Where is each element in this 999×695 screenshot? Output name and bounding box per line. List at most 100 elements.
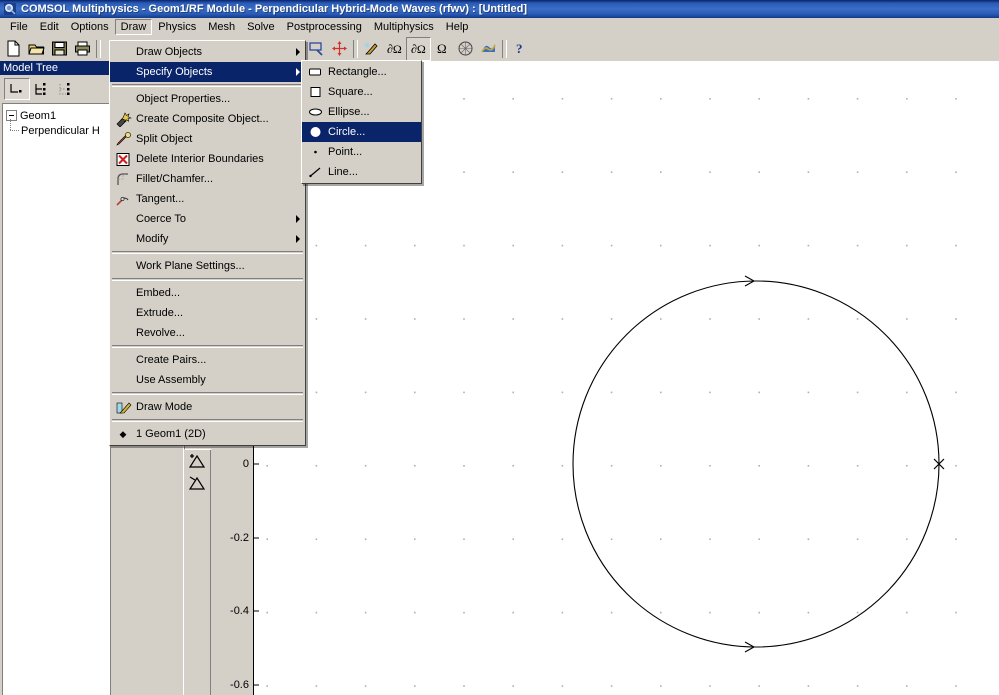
toolbar-separator bbox=[353, 39, 358, 58]
menu-file[interactable]: File bbox=[4, 19, 34, 35]
menu-multiphysics[interactable]: Multiphysics bbox=[368, 19, 440, 35]
tree-collapse-toggle-icon[interactable] bbox=[6, 110, 17, 121]
grid-dot bbox=[512, 318, 514, 320]
menu-help[interactable]: Help bbox=[440, 19, 475, 35]
model-tree-toolbar[interactable] bbox=[0, 76, 110, 101]
grid-dot bbox=[807, 685, 810, 687]
grid-dot bbox=[414, 465, 416, 467]
draw-add-triangle-icon[interactable] bbox=[184, 450, 210, 472]
grid-dot bbox=[463, 98, 465, 100]
submenu-item-square[interactable]: Square... bbox=[302, 82, 421, 102]
menu-item-label: Create Composite Object... bbox=[136, 113, 269, 125]
point-icon bbox=[302, 143, 328, 161]
draw-mode-icon[interactable] bbox=[360, 38, 383, 60]
circle-icon bbox=[302, 123, 328, 141]
grid-dot bbox=[364, 465, 367, 467]
point-mode-icon[interactable]: Ω bbox=[431, 38, 454, 60]
grid-dot bbox=[955, 318, 957, 320]
grid-dot bbox=[463, 685, 465, 687]
specify-objects-submenu[interactable]: Rectangle... Square... Ellipse... Circle… bbox=[301, 60, 422, 184]
tree-node-perpendicular-hybrid[interactable]: Perpendicular H bbox=[3, 119, 110, 138]
menu-separator bbox=[112, 345, 303, 348]
submenu-item-ellipse[interactable]: Ellipse... bbox=[302, 102, 421, 122]
tree-node-geom1[interactable]: Geom1 bbox=[3, 108, 110, 123]
tree-flat-view-icon[interactable] bbox=[4, 77, 30, 100]
menu-item-delete-interior-boundaries[interactable]: Delete Interior Boundaries bbox=[110, 149, 305, 169]
submenu-item-point[interactable]: Point... bbox=[302, 142, 421, 162]
open-folder-icon[interactable] bbox=[25, 38, 48, 60]
menu-item-label: Delete Interior Boundaries bbox=[136, 153, 264, 165]
menu-item-fillet-chamfer[interactable]: Fillet/Chamfer... bbox=[110, 169, 305, 189]
menu-item-object-properties[interactable]: Object Properties... bbox=[110, 89, 305, 109]
grid-dot bbox=[758, 171, 760, 173]
menu-item-draw-objects[interactable]: Draw Objects bbox=[110, 42, 305, 62]
save-icon[interactable] bbox=[48, 38, 71, 60]
subdomain-mode-icon[interactable]: ∂Ω bbox=[406, 36, 431, 61]
menu-item-label: Extrude... bbox=[136, 307, 184, 319]
menu-bar[interactable]: File Edit Options Draw Physics Mesh Solv… bbox=[0, 18, 999, 37]
menu-item-specify-objects[interactable]: Specify Objects bbox=[110, 62, 305, 82]
menu-item-label: 1 Geom1 (2D) bbox=[136, 428, 206, 440]
menu-item-embed[interactable]: Embed... bbox=[110, 283, 305, 303]
grid-dot bbox=[561, 611, 564, 614]
grid-dot bbox=[315, 244, 318, 247]
model-tree-panel: Model Tree Geom1 Perpendicular H bbox=[0, 61, 110, 695]
zoom-extents-icon[interactable] bbox=[328, 38, 351, 60]
menu-item-create-pairs[interactable]: Create Pairs... bbox=[110, 350, 305, 370]
grid-dot bbox=[758, 391, 760, 394]
grid-dot bbox=[660, 465, 662, 467]
menu-item-split-object[interactable]: Split Object bbox=[110, 129, 305, 149]
menu-item-label: Split Object bbox=[136, 133, 193, 145]
grid-dot bbox=[758, 538, 760, 540]
draw-outline-triangle-icon[interactable] bbox=[184, 472, 210, 494]
grid-dot bbox=[660, 391, 662, 394]
tree-expand-view-icon[interactable] bbox=[30, 79, 54, 99]
menu-item-extrude[interactable]: Extrude... bbox=[110, 303, 305, 323]
grid-dot bbox=[561, 171, 564, 173]
submenu-item-circle[interactable]: Circle... bbox=[302, 122, 421, 142]
menu-draw[interactable]: Draw bbox=[114, 19, 153, 35]
menu-item-label: Use Assembly bbox=[136, 374, 206, 386]
submenu-item-rectangle[interactable]: Rectangle... bbox=[302, 62, 421, 82]
submenu-item-line[interactable]: Line... bbox=[302, 162, 421, 182]
y-axis-tick-3: -0.6 bbox=[230, 679, 249, 691]
menu-mesh[interactable]: Mesh bbox=[202, 19, 241, 35]
menu-options[interactable]: Options bbox=[65, 19, 115, 35]
menu-item-draw-mode[interactable]: Draw Mode bbox=[110, 397, 305, 417]
menu-item-use-assembly[interactable]: Use Assembly bbox=[110, 370, 305, 390]
rectangle-icon bbox=[302, 63, 328, 81]
menu-item-revolve[interactable]: Revolve... bbox=[110, 323, 305, 343]
no-icon bbox=[110, 371, 136, 389]
draw-dropdown-menu[interactable]: Draw Objects Specify Objects Object Prop… bbox=[109, 40, 306, 446]
menu-item-geom1-2d[interactable]: ◆ 1 Geom1 (2D) bbox=[110, 424, 305, 444]
menu-item-work-plane-settings[interactable]: Work Plane Settings... bbox=[110, 256, 305, 276]
help-icon[interactable]: ? bbox=[509, 38, 532, 60]
solve-postprocess-icon[interactable] bbox=[477, 38, 500, 60]
zoom-window-icon[interactable] bbox=[305, 38, 328, 60]
menu-item-modify[interactable]: Modify bbox=[110, 229, 305, 249]
grid-dot bbox=[364, 685, 367, 687]
geometry-circle[interactable] bbox=[572, 280, 940, 648]
grid-dot bbox=[856, 171, 859, 173]
print-icon[interactable] bbox=[71, 38, 94, 60]
grid-dot bbox=[709, 244, 711, 247]
grid-dot bbox=[660, 538, 662, 540]
grid-dot bbox=[364, 318, 367, 320]
menu-postprocessing[interactable]: Postprocessing bbox=[281, 19, 368, 35]
menu-item-tangent[interactable]: Tangent... bbox=[110, 189, 305, 209]
grid-dot bbox=[807, 465, 810, 467]
menu-solve[interactable]: Solve bbox=[241, 19, 281, 35]
model-tree-view[interactable]: Geom1 Perpendicular H bbox=[2, 103, 110, 695]
tree-detail-view-icon[interactable] bbox=[54, 79, 78, 99]
new-icon[interactable] bbox=[2, 38, 25, 60]
menu-physics[interactable]: Physics bbox=[152, 19, 202, 35]
menu-item-create-composite-object[interactable]: Create Composite Object... bbox=[110, 109, 305, 129]
menu-item-label: Specify Objects bbox=[136, 66, 213, 78]
menu-item-label: Fillet/Chamfer... bbox=[136, 173, 214, 185]
boundary-mode-icon[interactable]: ∂Ω bbox=[383, 38, 406, 60]
grid-dot bbox=[610, 244, 613, 247]
menu-item-coerce-to[interactable]: Coerce To bbox=[110, 209, 305, 229]
menu-edit[interactable]: Edit bbox=[34, 19, 65, 35]
grid-dot bbox=[463, 244, 465, 247]
mesh-mode-icon[interactable] bbox=[454, 38, 477, 60]
